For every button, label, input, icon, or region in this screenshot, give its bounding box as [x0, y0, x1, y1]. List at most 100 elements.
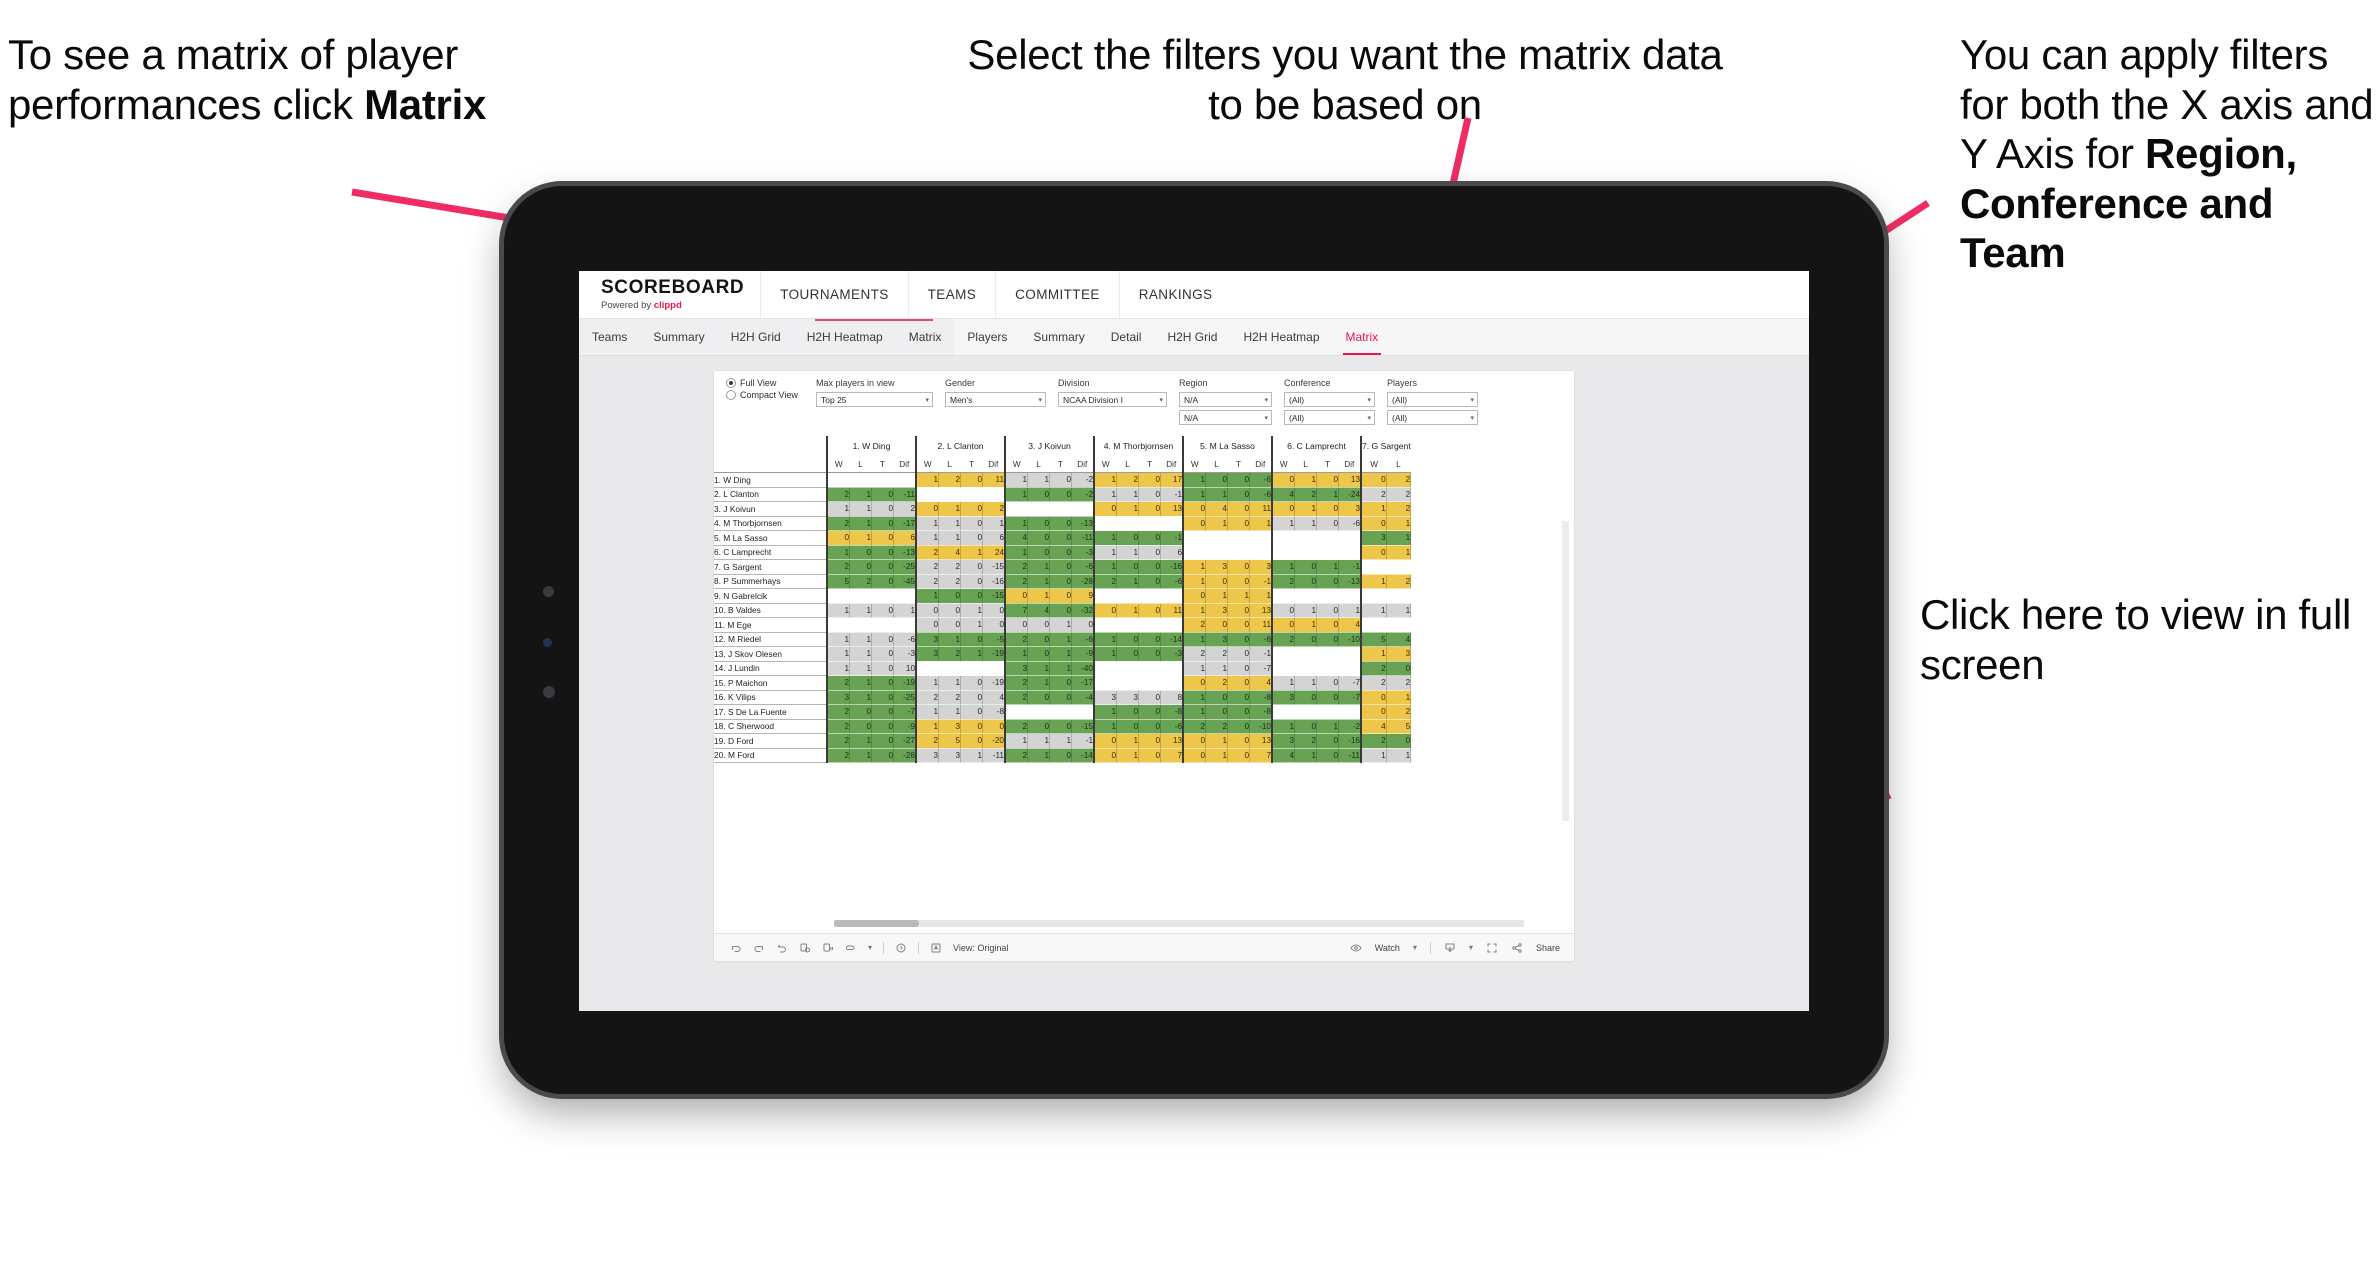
- matrix-cell[interactable]: 3: [1386, 646, 1412, 662]
- matrix-cell[interactable]: 0: [1271, 617, 1295, 633]
- matrix-cell[interactable]: 11: [1249, 501, 1273, 517]
- matrix-cell[interactable]: 1: [826, 632, 850, 647]
- matrix-cell[interactable]: 0: [1138, 690, 1161, 705]
- matrix-cell[interactable]: [1160, 675, 1183, 691]
- matrix-cell[interactable]: 0: [871, 501, 894, 517]
- matrix-cell[interactable]: 1: [1004, 733, 1028, 749]
- watch-label[interactable]: Watch: [1375, 943, 1400, 953]
- matrix-cell[interactable]: -1: [1338, 559, 1362, 575]
- matrix-cell[interactable]: 0: [1227, 603, 1250, 618]
- matrix-cell[interactable]: 11: [982, 472, 1006, 488]
- matrix-cell[interactable]: 3: [938, 719, 961, 734]
- matrix-cell[interactable]: 1: [1386, 516, 1412, 531]
- matrix-cell[interactable]: 4: [1249, 675, 1273, 691]
- matrix-cell[interactable]: [1116, 675, 1139, 691]
- matrix-cell[interactable]: 0: [960, 516, 983, 531]
- matrix-cell[interactable]: -6: [1249, 632, 1273, 647]
- matrix-cell[interactable]: 1: [1182, 603, 1206, 618]
- matrix-cell[interactable]: 1: [826, 501, 850, 517]
- matrix-cell[interactable]: -20: [982, 733, 1006, 749]
- matrix-cell[interactable]: 2: [1386, 574, 1412, 589]
- matrix-cell[interactable]: 7: [1004, 603, 1028, 618]
- matrix-cell[interactable]: -16: [982, 574, 1006, 589]
- matrix-cell[interactable]: 0: [1359, 545, 1387, 560]
- tab-players-h2h-grid[interactable]: H2H Grid: [1154, 319, 1230, 355]
- matrix-cell[interactable]: 1: [938, 632, 961, 647]
- matrix-cell[interactable]: [871, 588, 894, 604]
- matrix-cell[interactable]: [1386, 617, 1411, 633]
- matrix-cell[interactable]: 1: [960, 603, 983, 618]
- matrix-cell[interactable]: 1: [1294, 617, 1317, 633]
- matrix-cell[interactable]: 0: [871, 574, 894, 589]
- matrix-cell[interactable]: 0: [1138, 501, 1161, 517]
- matrix-cell[interactable]: 1: [1182, 472, 1206, 488]
- matrix-cell[interactable]: [1227, 545, 1250, 560]
- matrix-cell[interactable]: 2: [1004, 559, 1028, 575]
- matrix-cell[interactable]: 2: [1294, 487, 1317, 502]
- matrix-cell[interactable]: 1: [1027, 588, 1050, 604]
- matrix-cell[interactable]: 1: [938, 675, 961, 691]
- matrix-cell[interactable]: 0: [960, 559, 983, 575]
- matrix-cell[interactable]: -6: [1160, 719, 1184, 734]
- matrix-cell[interactable]: 2: [826, 748, 850, 763]
- matrix-cell[interactable]: 0: [871, 632, 894, 647]
- refresh-data-icon[interactable]: [799, 942, 811, 954]
- matrix-cell[interactable]: [1294, 588, 1317, 604]
- fullscreen-icon[interactable]: [1486, 942, 1498, 954]
- matrix-cell[interactable]: 1: [1271, 719, 1295, 734]
- matrix-cell[interactable]: 1: [1182, 559, 1206, 575]
- matrix-cell[interactable]: 2: [893, 501, 917, 517]
- tab-teams-matrix[interactable]: Matrix: [896, 319, 955, 355]
- matrix-cell[interactable]: 4: [1004, 530, 1028, 546]
- gender-select[interactable]: Men's ▾: [945, 392, 1046, 407]
- matrix-cell[interactable]: -25: [893, 690, 917, 705]
- matrix-cell[interactable]: -2: [1071, 472, 1095, 488]
- matrix-cell[interactable]: 1: [1004, 472, 1028, 488]
- matrix-cell[interactable]: 2: [1004, 748, 1028, 763]
- matrix-cell[interactable]: 2: [826, 675, 850, 691]
- matrix-cell[interactable]: [1316, 704, 1339, 720]
- matrix-cell[interactable]: 2: [1386, 472, 1412, 488]
- matrix-cell[interactable]: -19: [893, 675, 917, 691]
- matrix-cell[interactable]: 0: [1027, 646, 1050, 662]
- matrix-cell[interactable]: -13: [1071, 516, 1095, 531]
- matrix-cell[interactable]: 0: [1093, 501, 1117, 517]
- matrix-cell[interactable]: 2: [915, 559, 939, 575]
- matrix-cell[interactable]: 3: [1205, 559, 1228, 575]
- matrix-cell[interactable]: [1093, 516, 1117, 531]
- matrix-cell[interactable]: 0: [1138, 704, 1161, 720]
- matrix-cell[interactable]: -11: [982, 748, 1006, 763]
- matrix-cell[interactable]: 0: [871, 690, 894, 705]
- matrix-cell[interactable]: 2: [915, 545, 939, 560]
- matrix-cell[interactable]: 0: [1386, 661, 1412, 676]
- matrix-cell[interactable]: 0: [1294, 574, 1317, 589]
- matrix-cell[interactable]: [1138, 516, 1161, 531]
- matrix-cell[interactable]: 1: [826, 545, 850, 560]
- matrix-cell[interactable]: -3: [1160, 646, 1184, 662]
- matrix-cell[interactable]: -15: [982, 588, 1006, 604]
- matrix-cell[interactable]: 0: [1294, 719, 1317, 734]
- matrix-cell[interactable]: [1359, 588, 1387, 604]
- matrix-cell[interactable]: [1138, 675, 1161, 691]
- matrix-cell[interactable]: [1160, 661, 1183, 676]
- matrix-cell[interactable]: 0: [1138, 733, 1161, 749]
- matrix-cell[interactable]: 1: [1116, 603, 1139, 618]
- matrix-cell[interactable]: [1316, 530, 1339, 546]
- matrix-cell[interactable]: 1: [1004, 646, 1028, 662]
- matrix-cell[interactable]: 1: [1182, 690, 1206, 705]
- matrix-cell[interactable]: 2: [1205, 646, 1228, 662]
- matrix-cell[interactable]: 0: [1027, 516, 1050, 531]
- matrix-cell[interactable]: 0: [871, 661, 894, 676]
- matrix-cell[interactable]: [1160, 617, 1183, 633]
- matrix-cell[interactable]: 10: [893, 661, 917, 676]
- matrix-cell[interactable]: 1: [1093, 472, 1117, 488]
- matrix-cell[interactable]: 3: [1338, 501, 1362, 517]
- matrix-cell[interactable]: -17: [893, 516, 917, 531]
- matrix-cell[interactable]: -10: [1249, 719, 1273, 734]
- matrix-cell[interactable]: 0: [1316, 733, 1339, 749]
- matrix-cell[interactable]: 0: [915, 603, 939, 618]
- matrix-cell[interactable]: 1: [1205, 588, 1228, 604]
- matrix-cell[interactable]: 0: [1049, 603, 1072, 618]
- matrix-cell[interactable]: [1316, 661, 1339, 676]
- matrix-cell[interactable]: -6: [1071, 632, 1095, 647]
